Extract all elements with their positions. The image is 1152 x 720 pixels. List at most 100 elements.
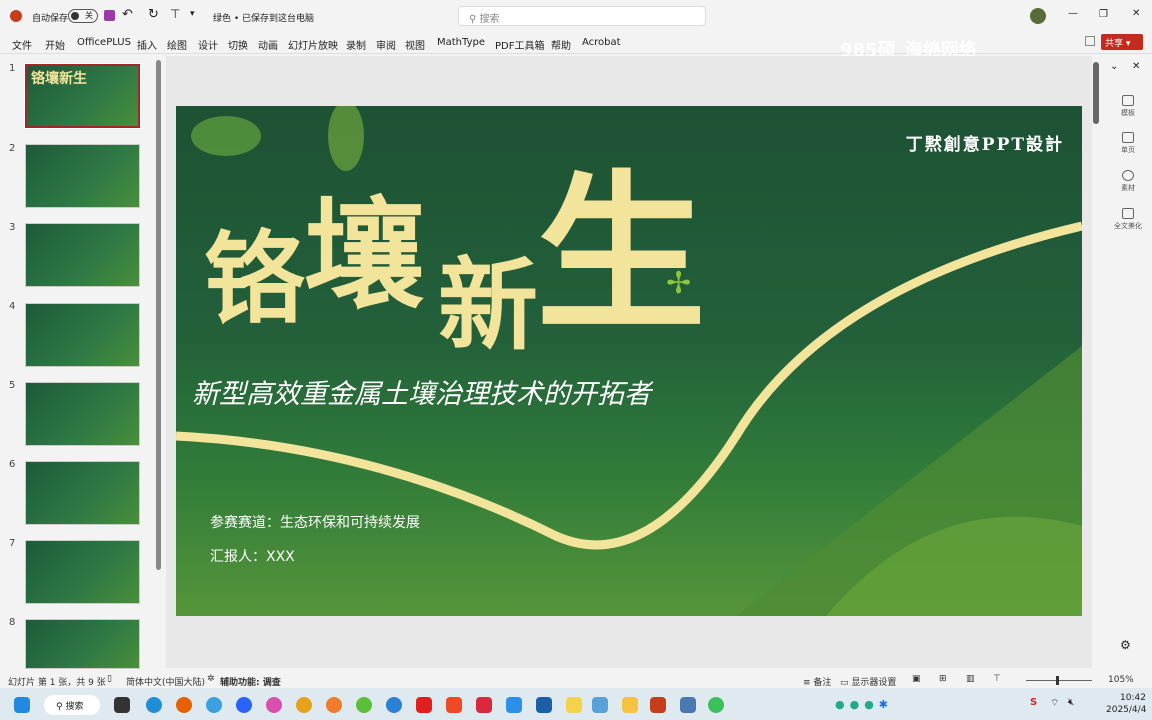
restore-button[interactable]: ❐ [1099,9,1108,20]
tab-slideshow[interactable]: 幻灯片放映 [288,37,338,52]
ime-icon[interactable]: S [1030,697,1037,708]
ie-icon[interactable] [386,697,402,713]
accessibility-status[interactable]: 辅助功能: 调查 [220,675,281,688]
browser-icon[interactable] [236,697,252,713]
minimize-button[interactable]: — [1068,8,1078,19]
reading-view-icon[interactable]: ▥ [966,674,975,684]
edge-icon[interactable] [146,697,162,713]
settings-icon[interactable]: ⚙ [1120,638,1131,652]
slide[interactable]: 丁黙創意PPT設計 铬 壤 新 生 ✢ 新型高效重金属土壤治理技术的开拓者 参赛… [176,106,1082,616]
slide-reporter: 汇报人：XXX [210,549,295,565]
slide-counter: 幻灯片 第 1 张，共 9 张 [8,678,106,688]
powerpoint-logo-icon [10,10,22,22]
app-icon[interactable] [592,697,608,713]
wifi-icon[interactable]: ⌔ [1050,697,1059,710]
browser-icon[interactable] [356,697,372,713]
thumb-number: 4 [9,301,16,312]
tab-mathtype[interactable]: MathType [437,37,485,48]
app-icon[interactable] [708,697,724,713]
taskbar-search[interactable]: ⚲ 搜索 [44,695,100,715]
redo-icon[interactable]: ↻ [148,7,159,22]
comments-icon[interactable] [1085,36,1095,46]
tab-file[interactable]: 文件 [12,37,32,52]
app-icon[interactable] [536,697,552,713]
slide-thumbnail-5[interactable] [25,382,140,446]
title-char: 铬 [204,221,304,338]
volume-muted-icon[interactable]: 🔇︎ [1068,697,1074,708]
app-icon[interactable] [566,697,582,713]
firefox-icon[interactable] [176,697,192,713]
close-button[interactable]: ✕ [1132,8,1140,19]
shirt-icon [1122,208,1134,219]
normal-view-icon[interactable]: ▣ [912,674,921,684]
share-button[interactable]: 共享 ▾ [1101,34,1143,50]
single-page-button[interactable]: 单页 [1104,132,1152,155]
slide-thumbnail-pane: 1 铬壤新生 2 3 4 5 6 7 8 [0,56,166,669]
accessibility-icon: ✲ [207,674,215,684]
autosave-toggle[interactable]: 关 [68,9,98,23]
file-explorer-icon[interactable] [622,697,638,713]
slide-thumbnail-1[interactable]: 铬壤新生 [24,63,141,129]
clock-date[interactable]: 2025/4/4 [1106,705,1146,715]
zoom-slider[interactable] [1026,676,1092,685]
tab-draw[interactable]: 绘图 [167,37,187,52]
tab-insert[interactable]: 插入 [137,37,157,52]
slideshow-icon[interactable]: ⊤ [993,674,1001,684]
system-tray-icons[interactable]: ●●●✱ [835,698,893,711]
yandex-icon[interactable] [416,697,432,713]
avatar[interactable] [1030,8,1046,24]
display-settings-button[interactable]: ▭ 显示器设置 [840,675,896,688]
powerpoint-taskbar-icon[interactable] [650,697,666,713]
undo-icon[interactable]: ↶ [122,7,133,22]
document-title[interactable]: 绿色 • 已保存到这台电脑 [213,11,314,24]
slide-thumbnail-2[interactable] [25,144,140,208]
zoom-level[interactable]: 105% [1108,675,1134,685]
notes-button[interactable]: ≡ 备注 [803,675,831,688]
taskview-icon[interactable] [114,697,130,713]
browser-icon[interactable] [206,697,222,713]
customize-qat-icon[interactable]: ▾ [190,9,195,19]
save-icon[interactable] [104,10,115,21]
slide-thumbnail-8[interactable] [25,619,140,669]
tab-acrobat[interactable]: Acrobat [582,37,621,48]
templates-button[interactable]: 模板 [1104,95,1152,118]
tab-record[interactable]: 录制 [346,37,366,52]
search-input[interactable]: ⚲ 搜索 [458,6,706,26]
title-bar: 自动保存 关 ↶ ↻ ⊤ ▾ 绿色 • 已保存到这台电脑 ⚲ 搜索 — ❐ ✕ [0,0,1152,32]
assets-button[interactable]: 素材 [1104,170,1152,193]
vivaldi-icon[interactable] [476,697,492,713]
appstore-icon[interactable] [506,697,522,713]
brave-icon[interactable] [446,697,462,713]
tab-animations[interactable]: 动画 [258,37,278,52]
slide-thumbnail-6[interactable] [25,461,140,525]
browser-icon[interactable] [266,697,282,713]
browser-icon[interactable] [326,697,342,713]
title-char: 壤 [304,187,424,326]
slide-thumbnail-4[interactable] [25,303,140,367]
right-side-pane: 模板 单页 素材 全文美化 [1104,85,1152,245]
slide-thumbnail-7[interactable] [25,540,140,604]
slide-thumbnail-3[interactable] [25,223,140,287]
windows-start-icon[interactable] [14,697,30,713]
pane-close-icon[interactable]: ✕ [1132,61,1140,72]
tab-review[interactable]: 审阅 [376,37,396,52]
notepad-icon[interactable] [680,697,696,713]
tab-help[interactable]: 帮助 [551,37,571,52]
tab-view[interactable]: 视图 [405,37,425,52]
canvas-scrollbar[interactable] [1093,62,1099,124]
tab-home[interactable]: 开始 [45,37,65,52]
spellcheck-icon[interactable]: ▯ [107,674,112,684]
dragonfly-icon: ✢ [666,266,692,301]
clock-time[interactable]: 10:42 [1120,693,1146,703]
tab-design[interactable]: 设计 [198,37,218,52]
ribbon-collapse-icon[interactable]: ⌄ [1110,61,1118,72]
slide-sorter-icon[interactable]: ⊞ [939,674,947,684]
thumbnail-scrollbar[interactable] [156,60,161,570]
chrome-icon[interactable] [296,697,312,713]
tab-officeplus[interactable]: OfficePLUS [77,37,131,48]
beautify-button[interactable]: 全文美化 [1104,208,1152,231]
language-indicator[interactable]: 简体中文(中国大陆) [126,675,205,688]
tab-transitions[interactable]: 切换 [228,37,248,52]
present-icon[interactable]: ⊤ [170,7,180,21]
tab-pdf-tools[interactable]: PDF工具箱 [495,37,544,52]
